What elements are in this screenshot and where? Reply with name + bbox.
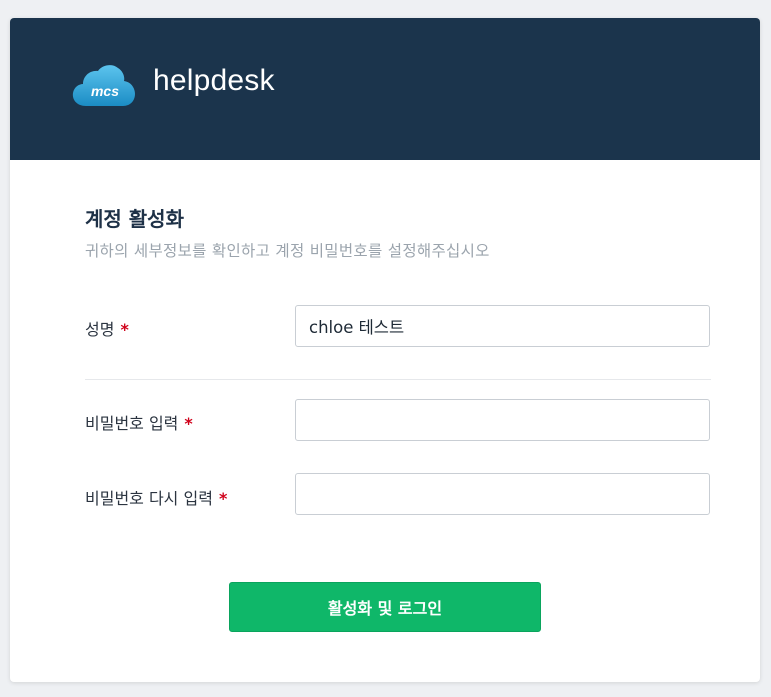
required-marker: * bbox=[120, 320, 129, 339]
cloud-logo-icon: mcs bbox=[72, 65, 135, 106]
password-input[interactable] bbox=[295, 399, 710, 441]
activation-card: mcs helpdesk 계정 활성화 귀하의 세부정보를 확인하고 계정 비밀… bbox=[10, 18, 760, 682]
required-marker: * bbox=[184, 414, 193, 433]
confirm-password-label: 비밀번호 다시 입력 * bbox=[85, 485, 227, 509]
activate-login-button[interactable]: 활성화 및 로그인 bbox=[229, 582, 541, 632]
required-marker: * bbox=[218, 489, 228, 508]
divider bbox=[85, 379, 711, 380]
app-name: helpdesk bbox=[153, 64, 275, 97]
logo-text: mcs bbox=[91, 83, 119, 99]
header-bar: mcs helpdesk bbox=[10, 18, 760, 160]
full-name-input[interactable] bbox=[295, 305, 710, 347]
name-label: 성명 * bbox=[85, 316, 129, 340]
password-label-text: 비밀번호 입력 bbox=[85, 414, 179, 433]
password-label: 비밀번호 입력 * bbox=[85, 410, 193, 434]
name-label-text: 성명 bbox=[85, 320, 115, 339]
confirm-password-label-text: 비밀번호 다시 입력 bbox=[85, 489, 213, 508]
page-subtitle: 귀하의 세부정보를 확인하고 계정 비밀번호를 설정해주십시오 bbox=[85, 242, 490, 260]
page-title: 계정 활성화 bbox=[85, 207, 184, 231]
confirm-password-input[interactable] bbox=[295, 473, 710, 515]
